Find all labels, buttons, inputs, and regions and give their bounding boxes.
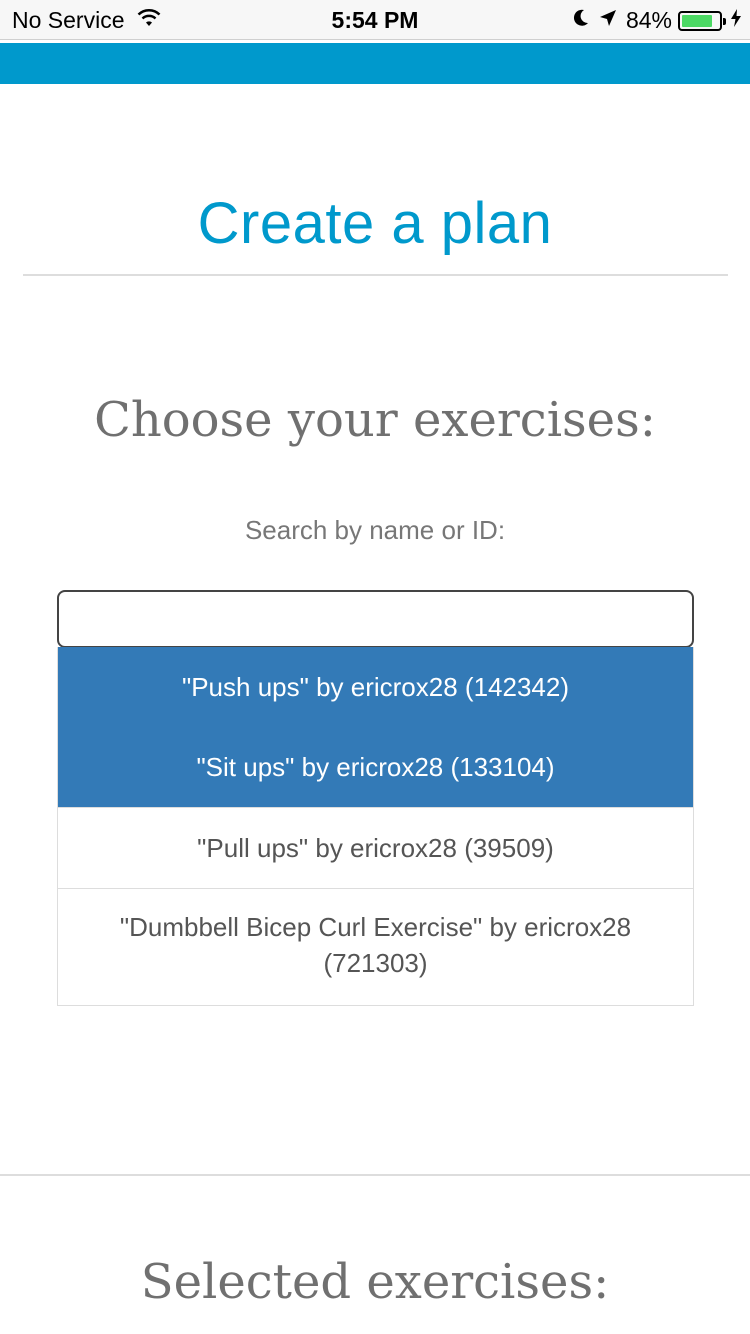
header-bar <box>0 43 750 84</box>
section-divider <box>0 1174 750 1176</box>
page-title: Create a plan <box>197 191 553 256</box>
search-results-list: "Push ups" by ericrox28 (142342) "Sit ups… <box>57 647 694 1006</box>
search-result-item[interactable]: "Pull ups" by ericrox28 (39509) <box>58 807 693 888</box>
exercise-search-input[interactable] <box>57 590 694 648</box>
battery-icon <box>678 10 726 31</box>
title-divider <box>23 274 728 276</box>
location-arrow-icon <box>598 7 618 34</box>
status-right: 84% <box>564 7 742 34</box>
choose-exercises-heading: Choose your exercises: <box>94 392 656 448</box>
battery-percent: 84% <box>625 7 672 33</box>
selected-exercises-heading: Selected exercises: <box>140 1254 610 1310</box>
moon-icon <box>572 7 590 34</box>
search-result-item[interactable]: "Dumbbell Bicep Curl Exercise" by ericro… <box>58 888 693 1005</box>
search-label: Search by name or ID: <box>244 515 506 545</box>
battery-fill <box>682 14 713 27</box>
search-result-item[interactable]: "Sit ups" by ericrox28 (133104) <box>58 727 693 807</box>
status-bar: No Service 5:54 PM 84% <box>0 0 750 40</box>
search-result-item[interactable]: "Push ups" by ericrox28 (142342) <box>58 647 693 727</box>
charging-bolt-icon <box>730 7 742 34</box>
